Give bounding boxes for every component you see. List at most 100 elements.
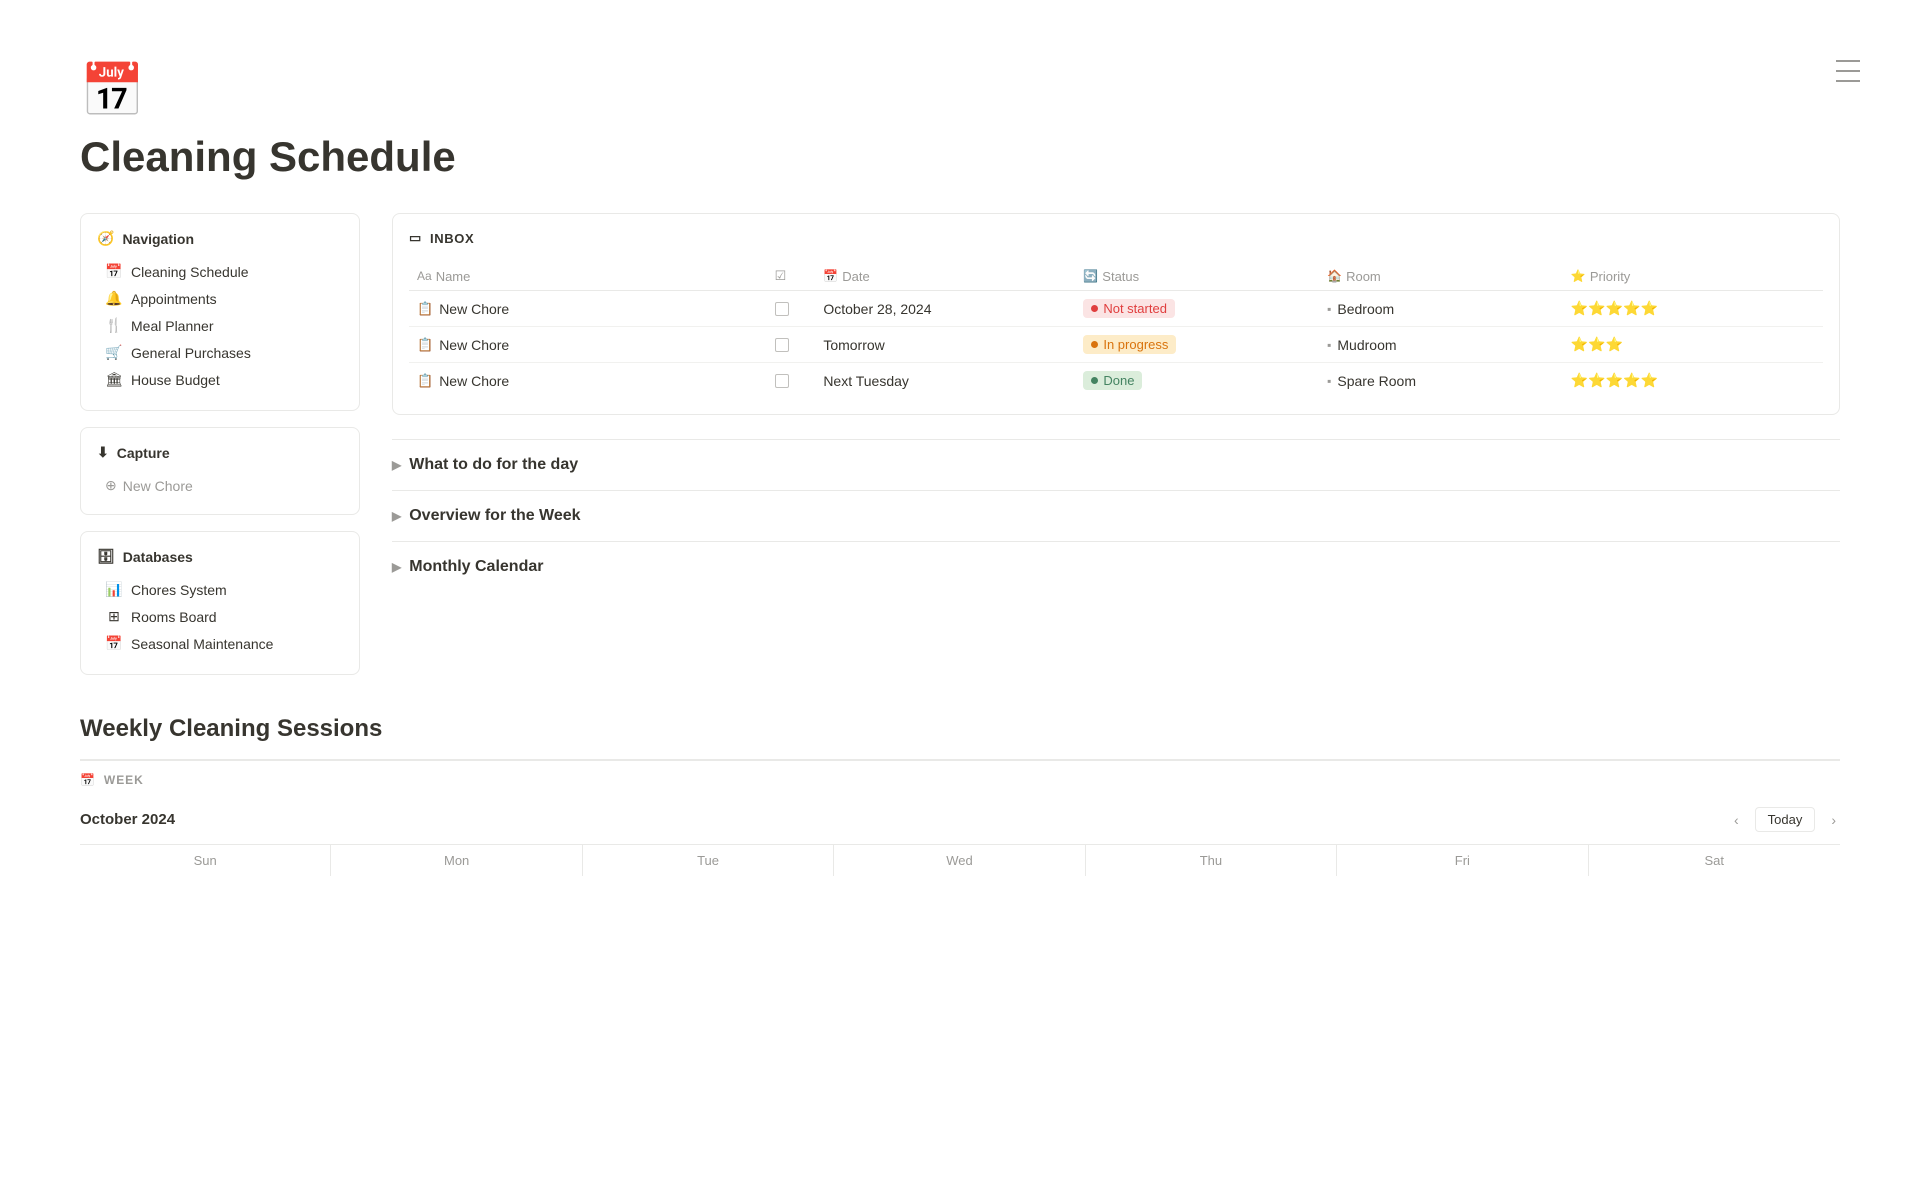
week-icon: 📅 [80,773,96,787]
general-purchases-label: General Purchases [131,345,251,361]
capture-label: Capture [117,445,170,461]
status-dot-3 [1091,377,1098,384]
col-header-name: Aa Name [409,262,767,291]
sidebar-item-cleaning-schedule[interactable]: 📅 Cleaning Schedule [97,259,343,284]
section-header-monthly-calendar[interactable]: ▶ Monthly Calendar [392,558,1840,576]
board-icon: ⊞ [105,608,123,625]
navigation-icon: 🧭 [97,230,114,247]
status-text-1: Not started [1103,301,1167,316]
prev-arrow[interactable]: ‹ [1730,810,1743,830]
chores-system-label: Chores System [131,582,227,598]
databases-label: Databases [123,549,193,565]
capture-new-chore[interactable]: ⊕ New Chore [97,473,343,498]
weekly-section: Weekly Cleaning Sessions 📅 WEEK October … [80,715,1840,876]
sidebar-item-house-budget[interactable]: 🏛 House Budget [97,367,343,392]
page-title: Cleaning Schedule [80,133,1840,181]
bank-icon: 🏛 [105,371,123,388]
sidebar-item-meal-planner[interactable]: 🍴 Meal Planner [97,313,343,338]
sidebar-item-rooms-board[interactable]: ⊞ Rooms Board [97,604,343,629]
day-header-fri: Fri [1337,845,1588,876]
sidebar-item-seasonal-maintenance[interactable]: 📅 Seasonal Maintenance [97,631,343,656]
inbox-icon: ▭ [409,230,422,246]
chore-name-3[interactable]: New Chore [439,373,509,389]
inbox-container: ▭ INBOX Aa Name ☑ [392,213,1840,415]
checkbox-1[interactable] [775,302,789,316]
databases-header: 🗄 Databases [97,548,343,565]
cell-status-1: Not started [1075,291,1319,327]
status-badge-3: Done [1083,371,1142,390]
week-header: 📅 WEEK [80,760,1840,799]
control-line-2 [1836,70,1860,72]
room-text-1: Bedroom [1337,301,1394,317]
cell-name-1: 📋 New Chore [409,291,767,327]
next-arrow[interactable]: › [1827,810,1840,830]
inbox-label: INBOX [430,231,474,246]
chevron-icon-2: ▶ [392,509,401,523]
sidebar-item-appointments[interactable]: 🔔 Appointments [97,286,343,311]
cell-status-2: In progress [1075,327,1319,363]
chore-row-icon-3: 📋 [417,373,433,389]
navigation-section: 🧭 Navigation 📅 Cleaning Schedule 🔔 Appoi… [80,213,360,411]
status-dot-1 [1091,305,1098,312]
table-row: 📋 New Chore October 28, 2024 [409,291,1823,327]
cell-check-3[interactable] [767,363,816,399]
chevron-icon-1: ▶ [392,458,401,472]
cell-room-1: ▪ Bedroom [1319,291,1563,327]
room-icon-2: ▪ [1327,338,1331,352]
status-badge-1: Not started [1083,299,1175,318]
table-row: 📋 New Chore Next Tuesday [409,363,1823,399]
section-label-monthly-calendar: Monthly Calendar [409,558,543,576]
cell-date-2: Tomorrow [815,327,1075,363]
day-header-tue: Tue [583,845,834,876]
capture-icon: ⬇ [97,444,109,461]
col-header-date: 📅 Date [815,262,1075,291]
section-header-what-to-do[interactable]: ▶ What to do for the day [392,456,1840,474]
priority-col-icon: ⭐ [1571,269,1586,283]
checkbox-3[interactable] [775,374,789,388]
room-icon-3: ▪ [1327,374,1331,388]
bell-icon: 🔔 [105,290,123,307]
check-col-icon: ☑ [775,268,787,283]
nav-controls: ‹ Today › [1730,807,1840,832]
appointments-label: Appointments [131,291,217,307]
calendar-icon: 📅 [105,263,123,280]
fork-icon: 🍴 [105,317,123,334]
cart-icon: 🛒 [105,344,123,361]
col-header-priority: ⭐ Priority [1563,262,1823,291]
chore-name-1[interactable]: New Chore [439,301,509,317]
chevron-icon-3: ▶ [392,560,401,574]
room-col-icon: 🏠 [1327,269,1342,283]
month-row: October 2024 ‹ Today › [80,807,1840,832]
cell-priority-3: ⭐⭐⭐⭐⭐ [1563,363,1823,399]
new-chore-placeholder: New Chore [123,478,193,494]
cell-name-3: 📋 New Chore [409,363,767,399]
navigation-header: 🧭 Navigation [97,230,343,247]
cell-check-2[interactable] [767,327,816,363]
day-header-mon: Mon [331,845,582,876]
chore-name-2[interactable]: New Chore [439,337,509,353]
top-controls [1836,60,1860,82]
cell-date-3: Next Tuesday [815,363,1075,399]
sidebar-item-chores-system[interactable]: 📊 Chores System [97,577,343,602]
today-button[interactable]: Today [1755,807,1816,832]
inbox-table: Aa Name ☑ 📅 Date [409,262,1823,398]
databases-section: 🗄 Databases 📊 Chores System ⊞ Rooms Boar… [80,531,360,675]
cell-date-1: October 28, 2024 [815,291,1075,327]
cell-priority-2: ⭐⭐⭐ [1563,327,1823,363]
cell-room-3: ▪ Spare Room [1319,363,1563,399]
day-header-sun: Sun [80,845,331,876]
room-text-3: Spare Room [1337,373,1416,389]
cell-check-1[interactable] [767,291,816,327]
plus-icon: ⊕ [105,477,117,494]
sidebar-item-general-purchases[interactable]: 🛒 General Purchases [97,340,343,365]
section-header-overview-week[interactable]: ▶ Overview for the Week [392,507,1840,525]
col-header-status: 🔄 Status [1075,262,1319,291]
chore-row-icon-1: 📋 [417,301,433,317]
name-col-icon: Aa [417,269,432,283]
house-budget-label: House Budget [131,372,220,388]
content-area: ▭ INBOX Aa Name ☑ [392,213,1840,592]
status-badge-2: In progress [1083,335,1176,354]
checkbox-2[interactable] [775,338,789,352]
seasonal-icon: 📅 [105,635,123,652]
status-dot-2 [1091,341,1098,348]
